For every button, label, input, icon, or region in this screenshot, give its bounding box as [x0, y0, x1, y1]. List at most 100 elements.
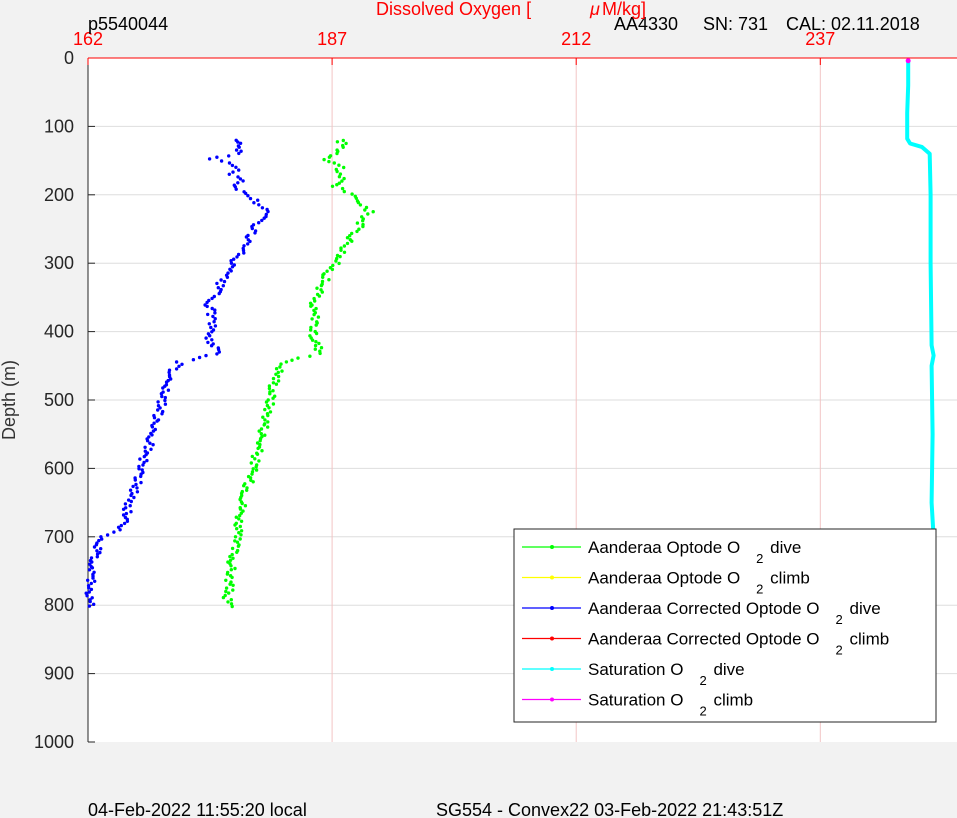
- data-point: [90, 566, 95, 570]
- legend-swatch-marker: [550, 545, 554, 549]
- data-point: [205, 304, 209, 309]
- data-point: [312, 312, 316, 317]
- data-point: [327, 278, 331, 282]
- data-point: [260, 206, 265, 210]
- data-point: [236, 544, 241, 548]
- data-point: [128, 504, 132, 508]
- data-point: [267, 406, 271, 410]
- data-point: [363, 208, 367, 212]
- data-point: [309, 304, 313, 308]
- data-point: [221, 595, 226, 600]
- data-point: [95, 549, 99, 553]
- data-point: [163, 398, 167, 403]
- legend-suffix: climb: [770, 569, 810, 588]
- data-point: [87, 568, 92, 572]
- data-point: [252, 201, 256, 205]
- data-point: [156, 408, 160, 412]
- data-point: [238, 177, 243, 181]
- data-point: [268, 392, 272, 396]
- data-point: [233, 523, 237, 527]
- data-point: [128, 488, 133, 492]
- data-point: [309, 328, 313, 332]
- data-point: [330, 184, 335, 188]
- data-point: [230, 546, 235, 551]
- x-tick-label: 187: [317, 29, 347, 49]
- data-point: [361, 224, 365, 229]
- data-point: [230, 604, 234, 609]
- data-point: [280, 369, 284, 373]
- data-point: [230, 265, 235, 269]
- data-point: [256, 198, 260, 202]
- data-point: [161, 386, 165, 390]
- data-point: [95, 555, 100, 559]
- data-point: [254, 465, 258, 469]
- data-point: [210, 338, 214, 342]
- data-point: [327, 155, 332, 159]
- data-point: [222, 279, 227, 284]
- data-point: [350, 192, 354, 196]
- data-point: [335, 151, 339, 156]
- data-point: [151, 443, 155, 447]
- data-point: [238, 524, 242, 529]
- data-point: [224, 586, 229, 590]
- data-point: [174, 367, 179, 371]
- y-axis-label: Depth (m): [0, 360, 19, 440]
- data-point: [271, 376, 276, 381]
- data-point: [131, 484, 135, 489]
- data-point: [266, 420, 270, 424]
- legend-suffix: dive: [713, 660, 744, 679]
- y-tick-label: 0: [64, 48, 74, 68]
- data-point: [213, 324, 218, 328]
- data-point: [313, 347, 317, 351]
- data-point: [204, 353, 208, 358]
- data-point: [125, 519, 130, 523]
- legend-suffix: climb: [850, 630, 890, 649]
- data-point: [129, 510, 133, 514]
- data-point: [93, 579, 97, 583]
- data-point: [250, 226, 254, 231]
- data-point: [361, 219, 365, 223]
- data-point: [209, 344, 214, 348]
- legend-subscript: 2: [699, 704, 706, 719]
- data-point: [239, 533, 243, 537]
- legend-label: Saturation O: [588, 660, 683, 679]
- data-point: [191, 358, 196, 362]
- data-point: [263, 433, 267, 437]
- data-point: [310, 338, 315, 342]
- data-point: [341, 145, 345, 149]
- y-tick-label: 500: [44, 390, 74, 410]
- data-point: [237, 168, 241, 172]
- data-point: [138, 457, 142, 461]
- data-point: [224, 589, 228, 594]
- data-point: [219, 159, 224, 163]
- data-point: [317, 294, 322, 298]
- y-tick-label: 600: [44, 458, 74, 478]
- data-point: [284, 360, 289, 364]
- data-point: [215, 155, 219, 159]
- data-point: [228, 582, 232, 586]
- y-tick-label: 200: [44, 185, 74, 205]
- data-point: [268, 410, 273, 414]
- data-point: [229, 261, 234, 265]
- data-point: [259, 432, 263, 436]
- data-point: [371, 210, 375, 214]
- data-point: [227, 591, 231, 595]
- data-point: [248, 239, 252, 244]
- profile-id: p5540044: [88, 14, 168, 34]
- data-point: [250, 454, 254, 459]
- calibration-date: CAL: 02.11.2018: [786, 14, 920, 34]
- data-point: [230, 575, 234, 580]
- legend-label: Aanderaa Corrected Optode O: [588, 630, 820, 649]
- footer-mission: SG554 - Convex22 03-Feb-2022 21:43:51Z: [436, 800, 783, 818]
- data-point: [137, 467, 141, 471]
- data-point: [250, 472, 254, 476]
- data-point: [246, 242, 250, 246]
- data-point: [279, 362, 283, 366]
- data-point: [217, 291, 221, 296]
- data-point: [230, 163, 235, 168]
- data-point: [253, 231, 257, 235]
- data-point: [99, 547, 103, 551]
- data-point: [238, 141, 243, 145]
- data-point: [237, 145, 241, 149]
- legend-subscript: 2: [836, 643, 843, 658]
